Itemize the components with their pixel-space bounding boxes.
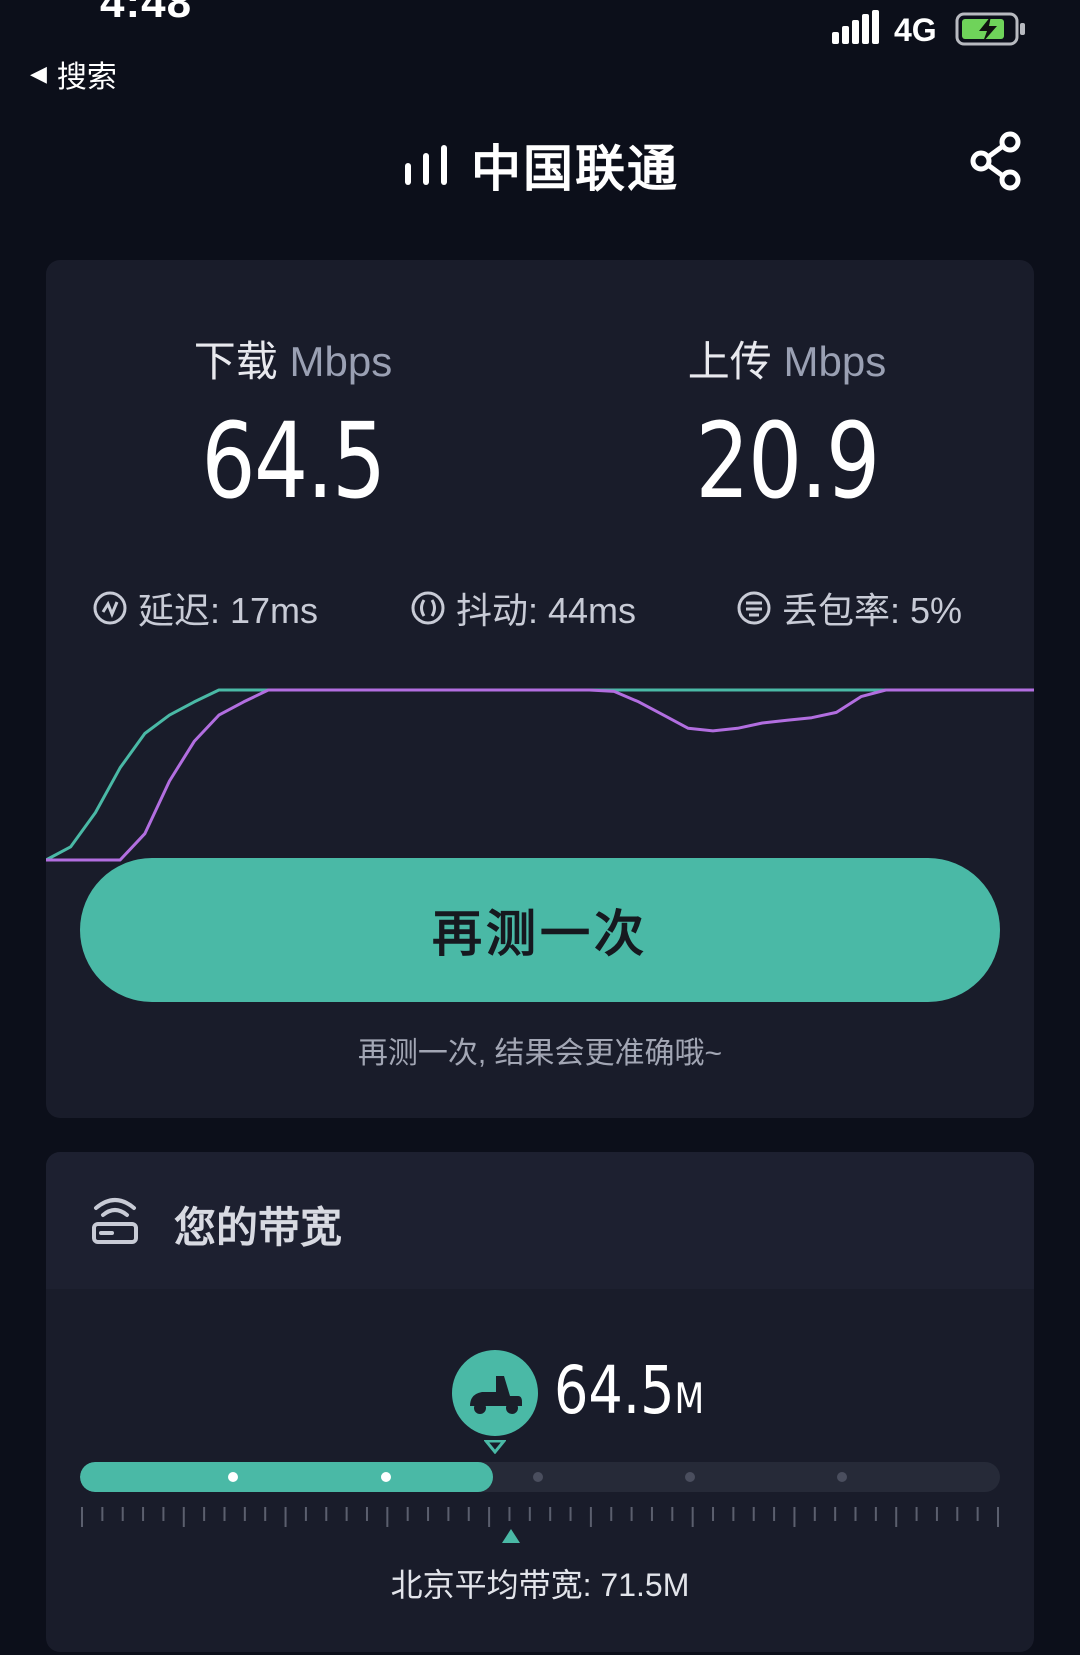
bandwidth-scale-ticks bbox=[81, 1507, 999, 1527]
packet-loss-text: 丢包率: 5% bbox=[782, 590, 963, 631]
packet-loss-stat: 丢包率: 5% bbox=[736, 582, 962, 634]
track-dot bbox=[381, 1472, 391, 1482]
back-to-search-link[interactable]: ◀ 搜索 bbox=[30, 52, 117, 96]
router-icon bbox=[92, 1198, 138, 1244]
track-dot bbox=[228, 1472, 238, 1482]
speed-history-chart bbox=[46, 688, 1034, 862]
download-value: 64.5 bbox=[201, 400, 386, 522]
retest-button[interactable]: 再测一次 bbox=[80, 858, 1000, 1002]
scooter-icon bbox=[470, 1376, 522, 1414]
status-time: 4:48 bbox=[100, 0, 193, 27]
upload-label: 上传 Mbps bbox=[687, 338, 887, 385]
jitter-text: 抖动: 44ms bbox=[456, 590, 637, 631]
back-arrow-icon: ◀ bbox=[30, 61, 47, 86]
upload-series-line bbox=[46, 688, 1034, 862]
battery-charging-icon bbox=[955, 12, 1025, 46]
average-marker-icon bbox=[501, 1529, 520, 1543]
packet-loss-icon bbox=[737, 591, 771, 625]
bandwidth-value: 64.5M bbox=[554, 1352, 705, 1429]
bandwidth-title: 您的带宽 bbox=[174, 1204, 343, 1251]
track-dot bbox=[837, 1472, 847, 1482]
jitter-icon bbox=[411, 591, 445, 625]
share-icon[interactable] bbox=[968, 130, 1024, 192]
retest-hint: 再测一次, 结果会更准确哦~ bbox=[357, 1037, 723, 1070]
jitter-stat: 抖动: 44ms bbox=[410, 582, 636, 634]
carrier-title: 中国联通 bbox=[471, 141, 679, 197]
signal-bars-icon bbox=[405, 145, 447, 185]
scooter-badge bbox=[452, 1350, 538, 1436]
bandwidth-track bbox=[80, 1462, 1000, 1492]
latency-text: 延迟: 17ms bbox=[138, 590, 319, 631]
track-dot bbox=[533, 1472, 543, 1482]
download-label: 下载 Mbps bbox=[193, 338, 393, 385]
back-label: 搜索 bbox=[56, 61, 117, 94]
bandwidth-fill bbox=[80, 1462, 494, 1492]
current-marker-icon bbox=[484, 1440, 506, 1454]
upload-value: 20.9 bbox=[695, 400, 880, 522]
network-type: 4G bbox=[894, 12, 937, 48]
beijing-average-label: 北京平均带宽: 71.5M bbox=[390, 1567, 690, 1603]
track-dot bbox=[685, 1472, 695, 1482]
cellular-signal-icon bbox=[832, 10, 879, 44]
latency-stat: 延迟: 17ms bbox=[92, 582, 318, 634]
download-series-line bbox=[46, 688, 1034, 862]
latency-icon bbox=[93, 591, 127, 625]
page-header: 中国联通 bbox=[0, 130, 1080, 200]
